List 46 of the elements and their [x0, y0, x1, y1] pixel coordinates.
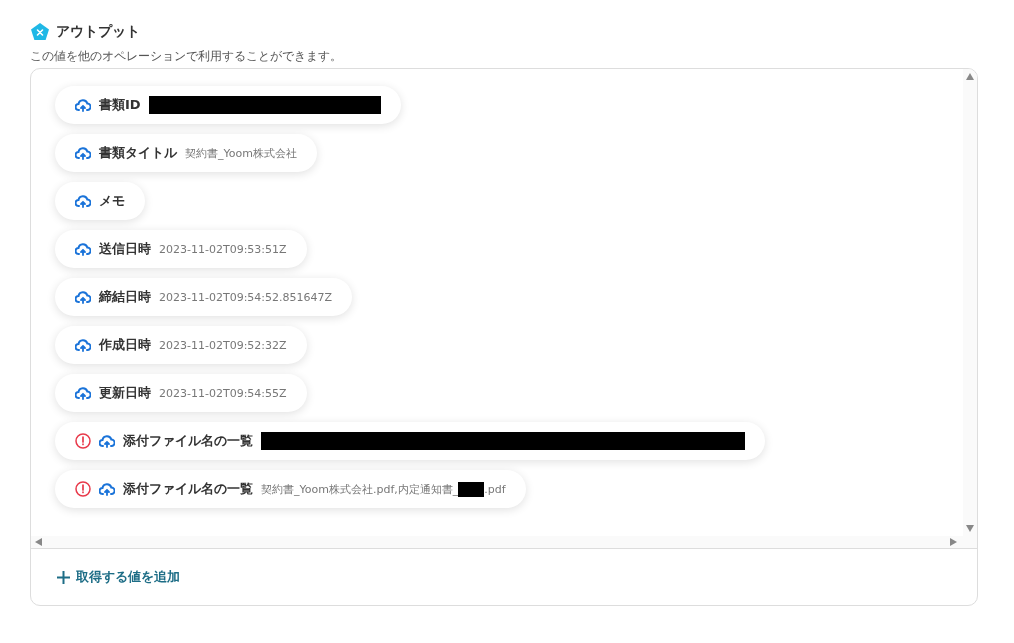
output-label: 更新日時 — [99, 384, 151, 402]
logo-icon — [30, 22, 50, 42]
output-chip[interactable]: 添付ファイル名の一覧 契約書_Yoom株式会社.pdf,内定通知書_ .pdf — [55, 470, 526, 508]
cloud-upload-icon — [99, 434, 115, 448]
output-value: 契約書_Yoom株式会社.pdf,内定通知書_ — [261, 481, 459, 497]
output-chip[interactable]: 作成日時 2023-11-02T09:52:32Z — [55, 326, 307, 364]
output-label: メモ — [99, 192, 125, 210]
scroll-right-icon[interactable] — [950, 538, 957, 546]
output-label: 作成日時 — [99, 336, 151, 354]
output-label: 送信日時 — [99, 240, 151, 258]
output-chip[interactable]: 締結日時 2023-11-02T09:54:52.851647Z — [55, 278, 353, 316]
add-value-button[interactable]: 取得する値を追加 — [57, 568, 180, 586]
output-value: 契約書_Yoom株式会社 — [185, 145, 297, 161]
output-value: 2023-11-02T09:53:51Z — [159, 242, 287, 256]
plus-icon — [57, 570, 70, 584]
output-value: 2023-11-02T09:52:32Z — [159, 338, 287, 352]
cloud-upload-icon — [99, 482, 115, 496]
redaction-bar — [458, 481, 485, 497]
output-value: 2023-11-02T09:54:55Z — [159, 386, 287, 400]
output-chip[interactable]: 書類ID — [55, 86, 401, 124]
cloud-upload-icon — [75, 386, 91, 400]
scroll-down-icon[interactable] — [966, 525, 974, 532]
horizontal-scrollbar[interactable] — [31, 536, 963, 548]
cloud-upload-icon — [75, 290, 91, 304]
output-chip[interactable]: 送信日時 2023-11-02T09:53:51Z — [55, 230, 307, 268]
section-title: アウトプット — [56, 23, 140, 41]
output-chip[interactable]: 書類タイトル 契約書_Yoom株式会社 — [55, 134, 317, 172]
vertical-scrollbar[interactable] — [963, 69, 977, 548]
scroll-up-icon[interactable] — [966, 73, 974, 80]
output-label: 締結日時 — [99, 288, 151, 306]
output-label: 添付ファイル名の一覧 — [123, 480, 253, 498]
output-label: 書類タイトル — [99, 144, 177, 162]
cloud-upload-icon — [75, 194, 91, 208]
output-chip[interactable]: メモ — [55, 182, 145, 220]
output-label: 添付ファイル名の一覧 — [123, 432, 253, 450]
cloud-upload-icon — [75, 98, 91, 112]
output-chip[interactable]: 更新日時 2023-11-02T09:54:55Z — [55, 374, 307, 412]
section-description: この値を他のオペレーションで利用することができます。 — [30, 48, 343, 65]
cloud-upload-icon — [75, 338, 91, 352]
cloud-upload-icon — [75, 146, 91, 160]
output-label: 書類ID — [99, 96, 141, 114]
output-value: 2023-11-02T09:54:52.851647Z — [159, 290, 333, 304]
output-chip[interactable]: 添付ファイル名の一覧 — [55, 422, 765, 460]
cloud-upload-icon — [75, 242, 91, 256]
scroll-left-icon[interactable] — [35, 538, 42, 546]
output-value: .pdf — [484, 482, 506, 496]
